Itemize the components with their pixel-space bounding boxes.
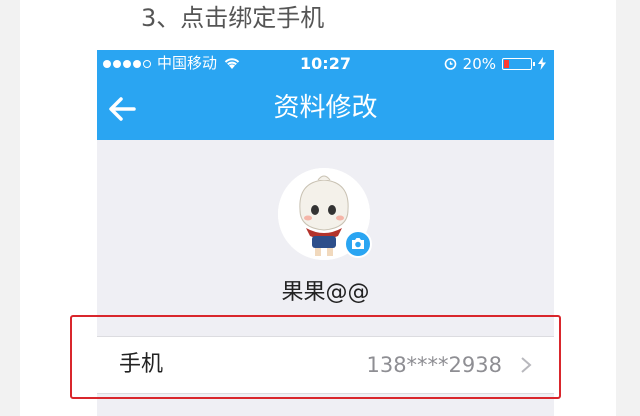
alarm-icon [444, 58, 456, 70]
status-right: 20% [444, 50, 546, 77]
battery-percent: 20% [462, 54, 496, 73]
status-bar: 中国移动 10:27 20% [97, 50, 554, 77]
highlight-box [70, 315, 561, 399]
nickname: 果果@@ [281, 280, 370, 305]
camera-icon[interactable] [344, 230, 372, 258]
page-title: 资料修改 [273, 93, 378, 123]
step-title: 3、点击绑定手机 [141, 4, 325, 32]
avatar[interactable] [278, 168, 372, 260]
nav-bar: 资料修改 [97, 77, 554, 140]
charging-icon [538, 57, 546, 70]
battery-icon [502, 57, 535, 70]
